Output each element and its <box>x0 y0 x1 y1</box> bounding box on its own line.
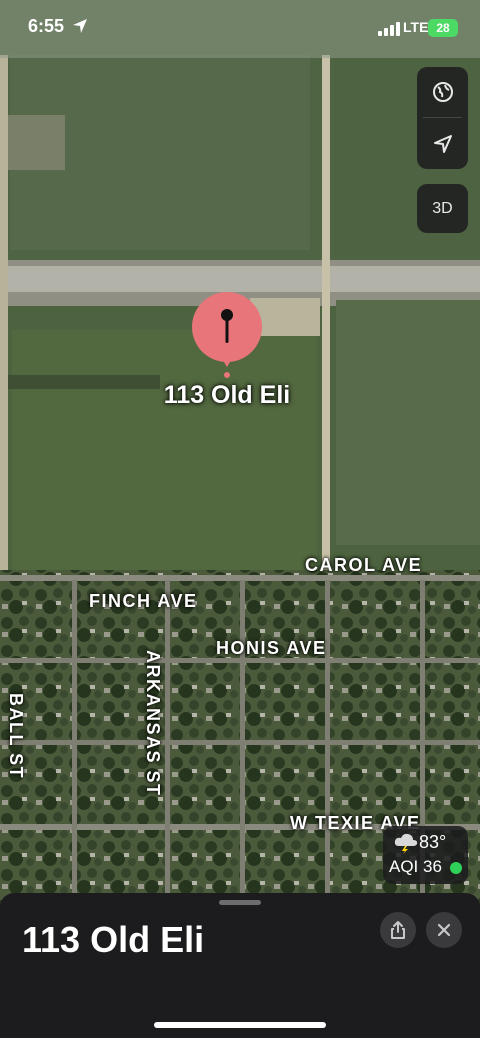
sheet-grabber[interactable] <box>219 900 261 905</box>
location-arrow-icon <box>433 135 452 153</box>
street-label-finch: FINCH AVE <box>89 591 198 611</box>
share-icon <box>391 921 405 939</box>
close-icon <box>437 923 451 937</box>
street-label-honis: HONIS AVE <box>216 638 327 658</box>
control-divider <box>423 117 462 118</box>
close-button[interactable] <box>426 912 462 948</box>
status-time: 6:55 <box>28 16 65 36</box>
signal-strength-icon <box>378 22 400 36</box>
aqi-status-dot <box>450 862 462 874</box>
pin-label: 113 Old Eli <box>163 381 291 409</box>
location-services-icon <box>73 19 87 33</box>
network-type: LTE <box>403 19 429 35</box>
share-button[interactable] <box>380 912 416 948</box>
home-indicator[interactable] <box>154 1022 326 1028</box>
place-title: 113 Old Eli <box>22 919 205 960</box>
battery-indicator: 28 <box>428 19 458 37</box>
map-mode-button[interactable] <box>417 67 468 117</box>
weather-widget[interactable]: 83° AQI 36 <box>383 826 468 884</box>
globe-icon <box>432 82 453 102</box>
current-location-button[interactable] <box>417 119 468 169</box>
map-pin-icon <box>192 292 262 378</box>
view-3d-button[interactable]: 3D <box>417 184 468 233</box>
street-label-ball: BALL ST <box>6 693 26 780</box>
street-label-carol: CAROL AVE <box>305 555 423 575</box>
air-quality-index: AQI 36 <box>389 857 442 876</box>
battery-level: 28 <box>436 21 450 35</box>
map-controls <box>417 67 468 169</box>
street-label-arkansas: ARKANSAS ST <box>143 650 163 797</box>
thunderstorm-cloud-icon <box>394 833 418 854</box>
weather-temperature: 83° <box>419 832 447 852</box>
dropped-pin[interactable] <box>191 291 263 381</box>
status-bar: 6:55 LTE 28 <box>0 0 480 56</box>
place-card-sheet[interactable]: 113 Old Eli <box>0 893 480 1038</box>
